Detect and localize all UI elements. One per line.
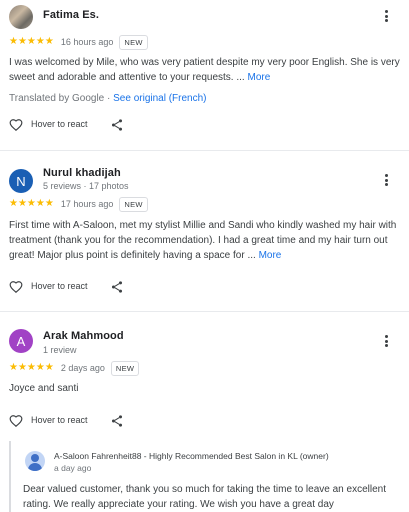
review-time: 16 hours ago	[60, 37, 114, 47]
rating-row: ★★★★★ 16 hours ago NEW	[9, 34, 148, 50]
more-link[interactable]: More	[259, 250, 282, 261]
review-text: Joyce and santi	[9, 383, 79, 394]
reviewer-avatar[interactable]	[9, 5, 33, 29]
react-label[interactable]: Hover to react	[31, 415, 88, 425]
reviewer-name[interactable]: Nurul khadijah	[43, 167, 121, 179]
review-actions: Hover to react	[9, 117, 409, 133]
share-icon[interactable]	[110, 414, 124, 428]
reviewer-name[interactable]: Fatima Es.	[43, 9, 99, 21]
see-original-link[interactable]: See original (French)	[113, 93, 206, 104]
owner-response-time: a day ago	[54, 463, 92, 473]
reviewer-avatar[interactable]: A	[9, 329, 33, 353]
share-icon[interactable]	[110, 118, 124, 132]
review-text: First time with A-Saloon, met my stylist…	[9, 220, 397, 261]
review-actions: Hover to react	[9, 279, 409, 295]
review-time: 2 days ago	[60, 363, 105, 373]
new-badge: NEW	[119, 196, 148, 212]
translation-note: Translated by Google · See original (Fre…	[9, 93, 207, 104]
review-text: I was welcomed by Mile, who was very pat…	[9, 57, 400, 83]
owner-name: A-Saloon Fahrenheit88 - Highly Recommend…	[54, 451, 329, 461]
more-vert-icon[interactable]	[381, 8, 391, 24]
more-link[interactable]: More	[247, 72, 270, 83]
react-label[interactable]: Hover to react	[31, 281, 88, 291]
divider	[0, 311, 409, 312]
heart-outline-icon[interactable]	[9, 280, 23, 294]
review-time: 17 hours ago	[60, 199, 114, 209]
new-badge: NEW	[119, 34, 148, 50]
reviewer-stats: 5 reviews · 17 photos	[43, 181, 129, 191]
owner-response-text: Dear valued customer, thank you so much …	[23, 484, 386, 510]
reviewer-avatar[interactable]: N	[9, 169, 33, 193]
divider	[0, 150, 409, 151]
reviewer-name[interactable]: Arak Mahmood	[43, 330, 124, 342]
star-rating: ★★★★★	[9, 198, 54, 209]
owner-avatar-icon	[25, 451, 45, 471]
reviewer-stats: 1 review	[43, 345, 77, 355]
star-rating: ★★★★★	[9, 36, 54, 47]
star-rating: ★★★★★	[9, 362, 54, 373]
more-vert-icon[interactable]	[381, 333, 391, 349]
react-label[interactable]: Hover to react	[31, 119, 88, 129]
review-actions: Hover to react	[9, 413, 409, 429]
new-badge: NEW	[110, 360, 140, 376]
rating-row: ★★★★★ 17 hours ago NEW	[9, 196, 148, 212]
more-vert-icon[interactable]	[381, 172, 391, 188]
heart-outline-icon[interactable]	[9, 414, 23, 428]
heart-outline-icon[interactable]	[9, 118, 23, 132]
owner-response: A-Saloon Fahrenheit88 - Highly Recommend…	[9, 441, 409, 512]
rating-row: ★★★★★ 2 days ago NEW	[9, 360, 140, 376]
share-icon[interactable]	[110, 280, 124, 294]
